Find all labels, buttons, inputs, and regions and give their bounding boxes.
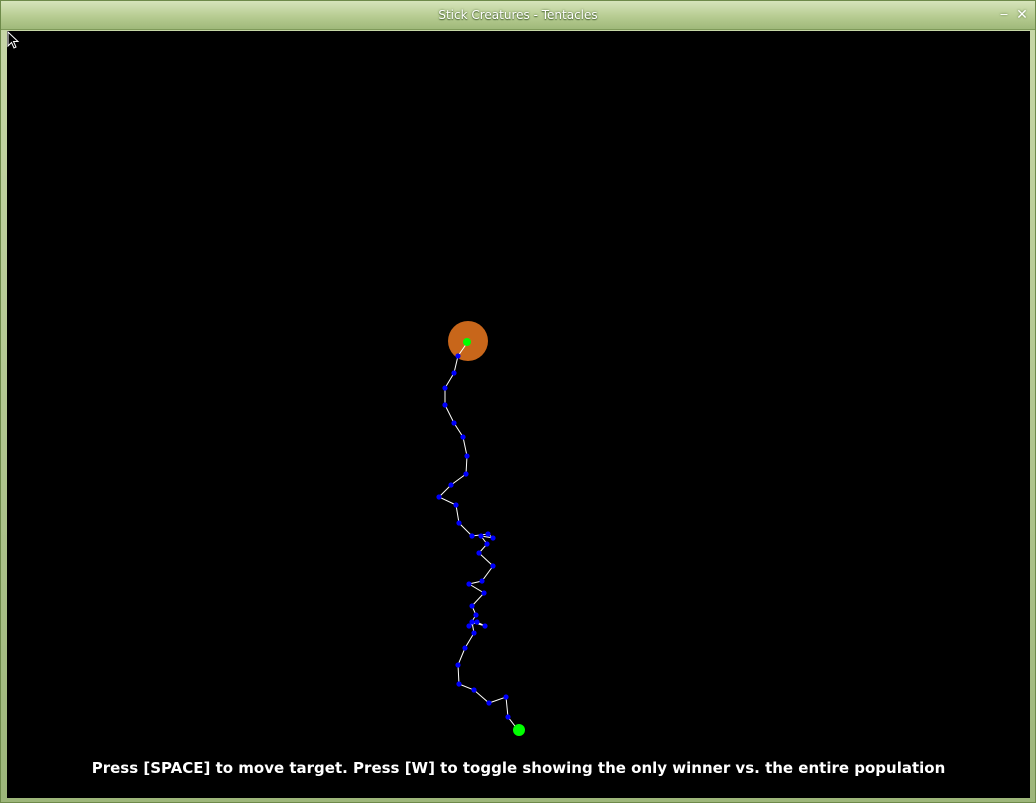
tentacle-joint xyxy=(463,471,469,477)
tentacle-joint xyxy=(486,700,492,706)
tentacle-joint xyxy=(482,623,488,629)
tentacle-joint xyxy=(466,623,472,629)
tentacle-joint xyxy=(490,563,496,569)
tentacle-tip-point xyxy=(463,338,471,346)
tentacle-joints xyxy=(436,353,511,720)
close-button[interactable]: ✕ xyxy=(1014,6,1030,24)
mouse-cursor-icon xyxy=(7,31,20,49)
tentacle-joint xyxy=(464,453,470,459)
tentacle-joint xyxy=(471,630,477,636)
tentacle-joint xyxy=(455,662,461,668)
tentacle-joint xyxy=(484,541,490,547)
creature-scene xyxy=(436,321,525,736)
tentacle-joint xyxy=(469,533,475,539)
simulation-canvas[interactable]: Press [SPACE] to move target. Press [W] … xyxy=(7,31,1030,798)
tentacle-joint xyxy=(469,603,475,609)
tentacle-joint xyxy=(490,535,496,541)
tentacle-base-point xyxy=(513,724,525,736)
tentacle-joint xyxy=(485,531,491,537)
tentacle-joint xyxy=(442,402,448,408)
tentacle-joint xyxy=(474,619,480,625)
tentacle-joint xyxy=(476,550,482,556)
tentacle-joint xyxy=(448,482,454,488)
tentacle-joint xyxy=(436,494,442,500)
window-title: Stick Creatures - Tentacles xyxy=(438,8,598,22)
tentacle-joint xyxy=(462,645,468,651)
tentacle-joint xyxy=(478,533,484,539)
tentacle-joint xyxy=(456,520,462,526)
tentacle-joint xyxy=(453,502,459,508)
instructions-text: Press [SPACE] to move target. Press [W] … xyxy=(91,759,946,777)
tentacle-joint xyxy=(503,694,509,700)
title-bar[interactable]: Stick Creatures - Tentacles ‒ ✕ xyxy=(1,1,1035,30)
tentacle-joint xyxy=(451,420,457,426)
app-window: Stick Creatures - Tentacles ‒ ✕ Press [S… xyxy=(0,0,1036,803)
tentacle-joint xyxy=(460,434,466,440)
tentacle-joint xyxy=(481,590,487,596)
tentacle-joint xyxy=(505,714,511,720)
tentacle-joint xyxy=(455,353,461,359)
tentacle-joint xyxy=(466,581,472,587)
tentacle-joint xyxy=(479,578,485,584)
tentacle-joint xyxy=(456,681,462,687)
minimize-button[interactable]: ‒ xyxy=(996,6,1012,24)
tentacle-joint xyxy=(471,687,477,693)
tentacle-joint xyxy=(442,385,448,391)
tentacle-joint xyxy=(451,370,457,376)
tentacle-joint xyxy=(473,612,479,618)
